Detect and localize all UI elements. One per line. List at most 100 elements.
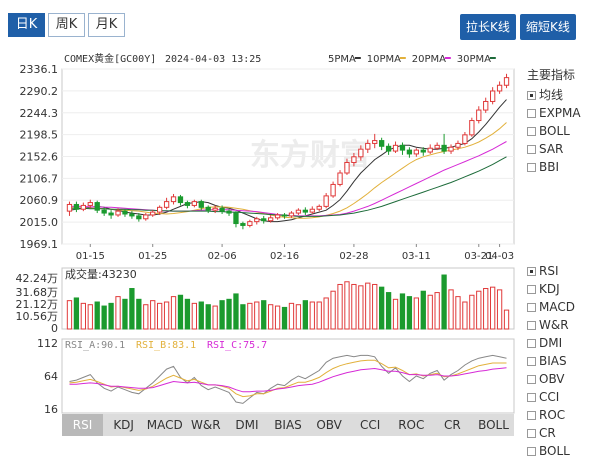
indicator-ma[interactable]: 均线 — [527, 86, 581, 104]
sub-indicator-dmi[interactable]: DMI — [527, 334, 575, 352]
volume-bar — [399, 293, 406, 330]
volume-bar — [80, 302, 86, 330]
volume-bar — [170, 296, 177, 330]
sub-indicator-panel: RSI KDJ MACD W&R DMI BIAS OBV CCI ROC CR… — [527, 262, 575, 460]
candle — [323, 193, 329, 209]
candle-body — [385, 145, 392, 152]
volume-bar — [261, 300, 267, 330]
sub-indicator-kdj[interactable]: KDJ — [527, 280, 575, 298]
candle-body — [87, 202, 93, 206]
sub-indicator-bias[interactable]: BIAS — [527, 352, 575, 370]
candle — [337, 170, 343, 187]
volume-bar — [462, 301, 468, 330]
candle-body — [268, 217, 274, 222]
candle-body — [212, 207, 218, 211]
volume-bar — [427, 294, 433, 330]
tab-obv[interactable]: OBV — [309, 414, 350, 436]
volume-bar — [268, 304, 274, 330]
tab-rsi[interactable]: RSI — [62, 414, 104, 436]
candle-body — [163, 201, 170, 208]
tab-boll[interactable]: BOLL — [473, 414, 514, 436]
tab-wr[interactable]: W&R — [185, 414, 226, 436]
checkbox-icon — [527, 392, 536, 402]
ma-legend-label: 30PMA — [457, 54, 491, 65]
rsi-tick-label: 64 — [44, 370, 58, 383]
volume-bar — [219, 300, 225, 330]
candle-body — [73, 203, 80, 210]
volume-bar — [420, 290, 426, 330]
x-tick-label: 02-16 — [270, 251, 299, 262]
volume-bar — [233, 293, 239, 330]
candle — [108, 210, 114, 219]
checkbox-icon — [527, 356, 536, 366]
checkbox-icon — [527, 266, 536, 276]
candle-body — [316, 205, 322, 210]
checkbox-icon — [527, 284, 536, 294]
volume-bar — [392, 298, 399, 330]
candle — [288, 211, 295, 218]
ma-legend-swatch — [444, 57, 451, 59]
sub-indicator-wr[interactable]: W&R — [527, 316, 575, 334]
candle-body — [379, 140, 385, 147]
candle — [295, 208, 302, 215]
candle-body — [108, 212, 114, 216]
candle-body — [233, 212, 239, 225]
sub-indicator-macd[interactable]: MACD — [527, 298, 575, 316]
candle-body — [427, 147, 433, 153]
volume-tick-label: 0 — [51, 322, 58, 335]
candle-body — [150, 211, 156, 216]
candle-body — [136, 215, 142, 220]
tab-dmi[interactable]: DMI — [226, 414, 267, 436]
indicator-boll[interactable]: BOLL — [527, 122, 581, 140]
candle — [399, 142, 406, 155]
indicator-sar[interactable]: SAR — [527, 140, 581, 158]
candle — [240, 221, 246, 230]
volume-bar — [455, 296, 461, 330]
tab-kdj[interactable]: KDJ — [103, 414, 144, 436]
candle-body — [496, 84, 503, 92]
candle — [503, 73, 510, 89]
volume-bar — [379, 286, 385, 330]
tab-roc[interactable]: ROC — [391, 414, 432, 436]
checkbox-icon — [527, 320, 536, 330]
candle — [496, 81, 503, 94]
tab-cci[interactable]: CCI — [350, 414, 391, 436]
candle-body — [219, 207, 225, 212]
checkbox-icon — [527, 162, 536, 172]
volume-bar — [191, 302, 197, 330]
candle — [448, 144, 454, 154]
candle — [462, 131, 468, 146]
candle — [143, 213, 149, 221]
indicator-expma[interactable]: EXPMA — [527, 104, 581, 122]
chart-datetime: 2024-04-03 13:25 — [165, 54, 261, 65]
candle — [80, 202, 86, 212]
tab-macd[interactable]: MACD — [144, 414, 185, 436]
tab-cr[interactable]: CR — [432, 414, 473, 436]
candle — [150, 210, 156, 217]
y-tick-label: 2015.0 — [20, 216, 59, 229]
candle-body — [254, 218, 260, 223]
sub-indicator-roc[interactable]: ROC — [527, 406, 575, 424]
sub-indicator-cr[interactable]: CR — [527, 424, 575, 442]
sub-indicator-cci[interactable]: CCI — [527, 388, 575, 406]
sub-indicator-obv[interactable]: OBV — [527, 370, 575, 388]
indicator-bbi[interactable]: BBI — [527, 158, 581, 176]
volume-label: 成交量:43230 — [65, 267, 137, 281]
checkbox-icon — [527, 446, 536, 456]
volume-bar — [157, 302, 163, 330]
volume-bar — [323, 297, 329, 330]
tab-bias[interactable]: BIAS — [267, 414, 308, 436]
sub-indicator-rsi[interactable]: RSI — [527, 262, 575, 280]
volume-bar — [448, 289, 454, 330]
candle-body — [157, 206, 163, 213]
candle-body — [247, 221, 253, 226]
candle — [483, 97, 489, 113]
candle-body — [399, 144, 406, 151]
volume-bar — [385, 292, 392, 330]
volume-bar — [330, 290, 336, 330]
volume-bar — [87, 304, 93, 330]
volume-bar — [413, 297, 419, 330]
volume-bar — [115, 296, 121, 330]
volume-bar — [122, 298, 128, 330]
sub-indicator-boll[interactable]: BOLL — [527, 442, 575, 460]
